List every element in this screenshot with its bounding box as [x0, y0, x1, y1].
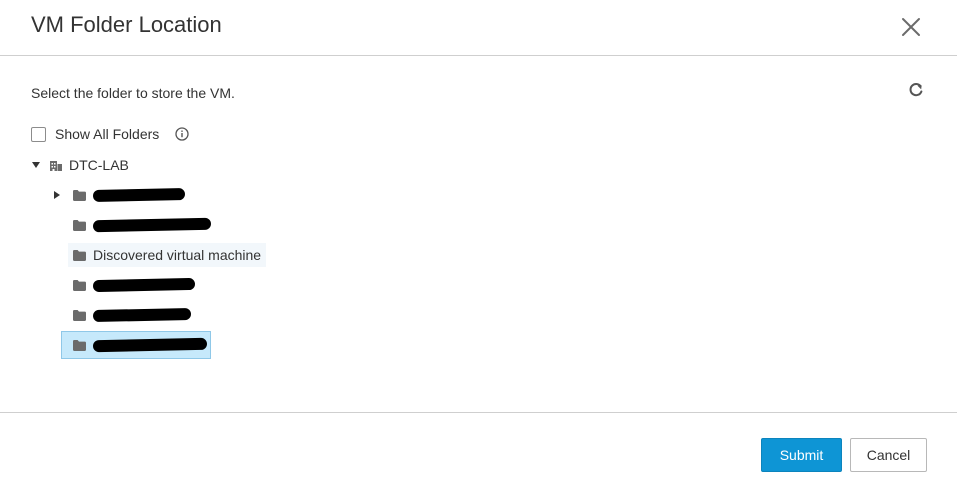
close-button[interactable]	[899, 15, 923, 39]
tree-node-folder[interactable]	[68, 213, 216, 237]
redaction-mark	[92, 217, 212, 233]
collapse-caret[interactable]	[31, 160, 41, 170]
tree-node-datacenter[interactable]: DTC-LAB	[47, 153, 134, 177]
tree-row	[52, 331, 211, 359]
folder-icon	[73, 309, 86, 321]
refresh-icon	[909, 83, 923, 97]
tree-node-folder[interactable]	[68, 303, 196, 327]
tree-node-label: Discovered virtual machine	[93, 247, 262, 263]
redaction-mark	[92, 307, 192, 323]
info-icon[interactable]	[175, 127, 189, 141]
tree-node-folder[interactable]	[68, 273, 200, 297]
tree-row	[52, 183, 190, 207]
tree-node-folder[interactable]: Discovered virtual machine	[68, 243, 267, 267]
folder-icon	[73, 189, 86, 201]
redaction-mark	[92, 337, 208, 353]
tree-root-row: DTC-LAB	[31, 153, 134, 177]
show-all-folders: Show All Folders	[31, 125, 189, 143]
folder-icon	[73, 339, 86, 351]
dialog-header: VM Folder Location	[0, 0, 957, 56]
vm-folder-location-dialog: VM Folder Location Select the folder to …	[0, 0, 957, 492]
tree-node-folder[interactable]	[68, 183, 190, 207]
tree-node-folder-selected[interactable]	[61, 331, 211, 359]
folder-icon	[73, 279, 86, 291]
redaction-mark	[92, 277, 196, 293]
show-all-folders-checkbox[interactable]	[31, 126, 46, 142]
expand-caret[interactable]	[52, 190, 62, 200]
tree-row	[52, 303, 196, 327]
datacenter-icon	[50, 161, 62, 171]
tree-row	[52, 213, 216, 237]
show-all-folders-label[interactable]: Show All Folders	[55, 126, 159, 142]
caret-right-icon	[54, 191, 60, 199]
submit-button[interactable]: Submit	[761, 438, 842, 472]
close-icon	[902, 18, 920, 36]
cancel-button[interactable]: Cancel	[850, 438, 927, 472]
folder-icon	[73, 219, 86, 231]
folder-icon	[73, 249, 86, 261]
refresh-button[interactable]	[907, 81, 925, 99]
redaction-mark	[92, 188, 186, 202]
tree-row: Discovered virtual machine	[52, 243, 267, 267]
caret-down-icon	[32, 162, 40, 168]
tree-row	[52, 273, 200, 297]
dialog-footer: Submit Cancel	[0, 412, 957, 492]
instruction-text: Select the folder to store the VM.	[31, 85, 235, 101]
dialog-title: VM Folder Location	[31, 12, 222, 37]
tree-node-label: DTC-LAB	[69, 157, 129, 173]
